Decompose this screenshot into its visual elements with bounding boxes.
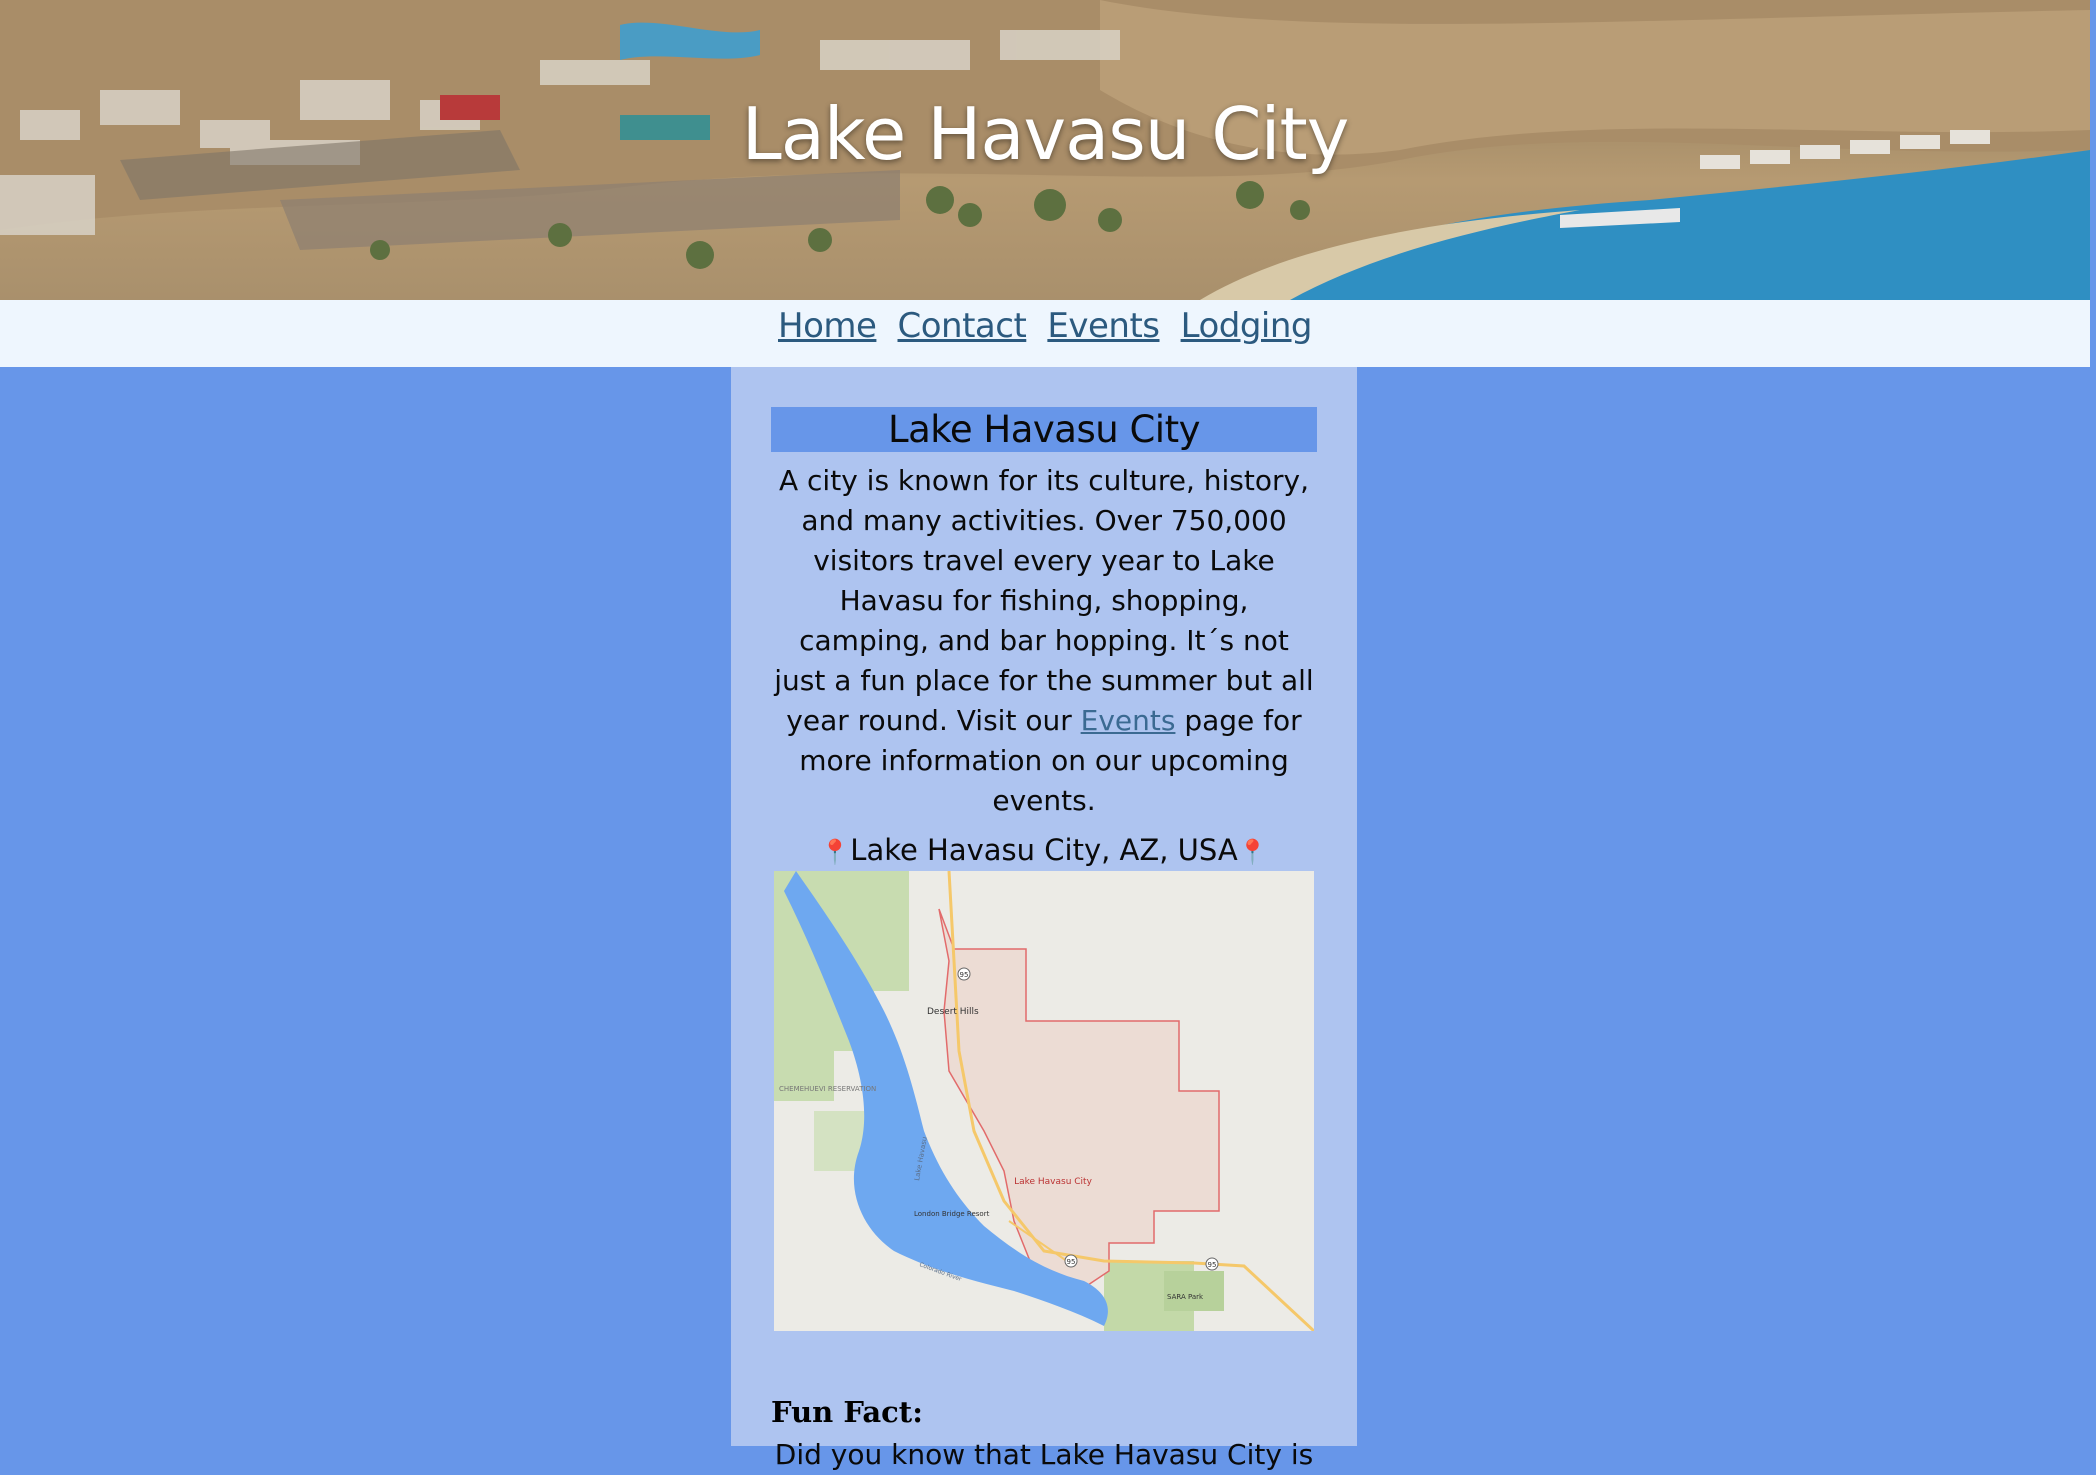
fun-fact-text: Did you know that Lake Havasu City is: [774, 1438, 1314, 1471]
fun-fact-heading: Fun Fact:: [771, 1395, 923, 1429]
map-label-resort: London Bridge Resort: [914, 1210, 990, 1218]
main-content: Lake Havasu City A city is known for its…: [731, 367, 1357, 1471]
header-banner: Lake Havasu City: [0, 0, 2090, 300]
route-shield-label: 95: [960, 971, 969, 979]
nav-link-lodging[interactable]: Lodging: [1181, 306, 1313, 346]
map-pin-icon: 📍: [1237, 838, 1268, 866]
nav-link-contact[interactable]: Contact: [898, 306, 1027, 346]
nav-link-home[interactable]: Home: [778, 306, 877, 346]
map-label-park: SARA Park: [1167, 1293, 1204, 1301]
main-nav: Home Contact Events Lodging: [0, 300, 2090, 367]
intro-paragraph: A city is known for its culture, history…: [771, 461, 1317, 821]
site-title: Lake Havasu City: [741, 92, 1350, 176]
map-label-desert-hills: Desert Hills: [927, 1007, 979, 1017]
map-label-reservation: CHEMEHUEVI RESERVATION: [779, 1085, 876, 1093]
map-pin-icon: 📍: [820, 838, 851, 866]
intro-text-start: A city is known for its culture, history…: [774, 464, 1314, 737]
map-label-city: Lake Havasu City: [1014, 1177, 1093, 1187]
city-map[interactable]: 95 95 95 Desert Hills CHEMEHUEVI RESERVA…: [774, 871, 1314, 1331]
map-graphic: 95 95 95 Desert Hills CHEMEHUEVI RESERVA…: [774, 871, 1314, 1331]
nav-link-events[interactable]: Events: [1047, 306, 1160, 346]
route-shield-label: 95: [1208, 1261, 1217, 1269]
intro-events-link[interactable]: Events: [1081, 704, 1176, 737]
section-title: Lake Havasu City: [771, 407, 1317, 452]
location-caption: 📍Lake Havasu City, AZ, USA📍: [771, 833, 1317, 867]
location-label: Lake Havasu City, AZ, USA: [850, 833, 1238, 867]
route-shield-label: 95: [1067, 1258, 1076, 1266]
